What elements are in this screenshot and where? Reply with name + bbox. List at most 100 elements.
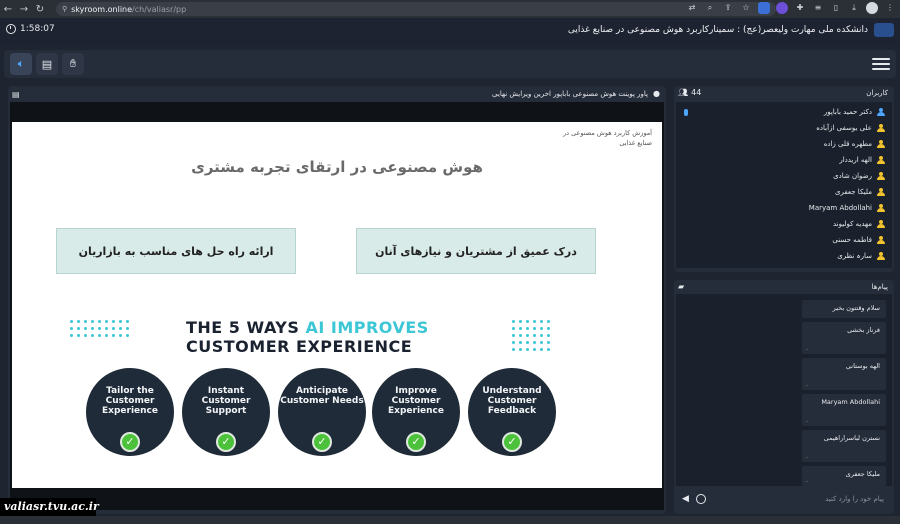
forward-icon[interactable]: →: [16, 4, 32, 15]
skyroom-logo: [874, 23, 894, 37]
extension-icon[interactable]: [776, 2, 788, 14]
user-icon: [877, 172, 885, 180]
taskbar-strip: [0, 516, 900, 524]
user-row[interactable]: دکتر حمید باباپور: [676, 104, 892, 120]
heading-part-1: THE 5 WAYS: [186, 318, 306, 337]
file-icon: ▤: [41, 57, 53, 71]
messages-panel: ▰ پیام‌ها سلام وقتتون بخیر فرناز بخشی . …: [674, 280, 894, 514]
message: الهه بوستانی .: [802, 358, 886, 390]
way-circle: Tailor the Customer Experience ✓: [86, 368, 174, 456]
message-body: .: [806, 416, 809, 424]
address-bar[interactable]: ⚲ skyroom.online /ch/valiasr/pp: [56, 2, 776, 16]
app-header: 1:58:07 دانشکده ملی مهارت ولیعصر(عج) : س…: [0, 18, 900, 44]
slide-heading: THE 5 WAYS AI IMPROVES CUSTOMER EXPERIEN…: [186, 318, 486, 356]
message-sender: نسترن لباسراراهیمی: [823, 434, 880, 442]
users-icon: 👥︎: [678, 88, 689, 97]
messages-label: پیام‌ها: [871, 283, 888, 291]
site-info-icon[interactable]: ⚲: [62, 5, 67, 13]
user-icon: [877, 220, 885, 228]
user-name: علی یوسفی ازآباده: [816, 124, 872, 132]
presentation-options-icon[interactable]: ●: [653, 89, 660, 98]
slide-title: هوش مصنوعی در ارتقای تجربه مشتری: [191, 158, 483, 176]
message-sender: ملیکا جعفری: [845, 470, 880, 478]
way-circle: Improve Customer Experience ✓: [372, 368, 460, 456]
user-row[interactable]: فاطمه حسنی: [676, 232, 892, 248]
user-row[interactable]: ملیکا جعفری: [676, 184, 892, 200]
user-row[interactable]: رضوان شادی: [676, 168, 892, 184]
decor-dots-right: [512, 320, 550, 351]
translate-icon[interactable]: ⇄: [686, 2, 698, 14]
hand-icon: ✋︎: [69, 57, 77, 70]
emoji-icon[interactable]: [696, 494, 706, 504]
way-label: Tailor the Customer Experience: [102, 386, 158, 416]
download-icon[interactable]: ⤓: [848, 2, 860, 14]
sidepanel-icon[interactable]: ▯: [830, 2, 842, 14]
bookmark-star-icon[interactable]: ☆: [740, 2, 752, 14]
user-row[interactable]: الهه اریددار: [676, 152, 892, 168]
user-name: رضوان شادی: [833, 172, 872, 180]
user-row[interactable]: علی یوسفی ازآباده: [676, 120, 892, 136]
message-sender: Maryam Abdollahi: [821, 398, 880, 406]
user-name: الهه اریددار: [839, 156, 872, 164]
extension-icon[interactable]: [758, 2, 770, 14]
user-name: فاطمه حسنی: [832, 236, 872, 244]
reading-list-icon[interactable]: ≡: [812, 2, 824, 14]
share-icon[interactable]: ⇪: [722, 2, 734, 14]
file-icon[interactable]: ▤: [12, 90, 20, 99]
message-body: .: [806, 452, 809, 460]
way-label: Anticipate Customer Needs: [280, 386, 364, 406]
message: Maryam Abdollahi .: [802, 394, 886, 426]
heading-line-2: CUSTOMER EXPERIENCE: [186, 337, 413, 356]
message-sender: الهه بوستانی: [845, 362, 880, 370]
user-row[interactable]: مطهره قلی زاده: [676, 136, 892, 152]
checkmark-icon: ✓: [216, 432, 236, 452]
user-row[interactable]: سارہ نظری: [676, 248, 892, 264]
send-icon[interactable]: ◀: [682, 494, 689, 504]
microphone-icon: [684, 109, 688, 116]
presentation-title: پاور پوینت هوش مصنوعی باباپور اخرین ویرا…: [492, 90, 648, 98]
back-icon[interactable]: ←: [0, 4, 16, 15]
message-body: .: [806, 380, 809, 388]
message-input[interactable]: ◀ پیام خود را وارد کنید: [676, 490, 892, 510]
room-toolbar: 🔈︎ ▤ ✋︎: [4, 50, 896, 78]
checkmark-icon: ✓: [312, 432, 332, 452]
raise-hand-button[interactable]: ✋︎: [62, 53, 84, 75]
browser-menu-icon[interactable]: ⋮: [884, 2, 896, 14]
user-icon: [877, 252, 885, 260]
reload-icon[interactable]: ↻: [32, 4, 48, 15]
user-icon: [877, 236, 885, 244]
watermark: valiasr.tvu.ac.ir: [0, 498, 99, 516]
checkmark-icon: ✓: [502, 432, 522, 452]
slide-box-right: درک عمیق از مشتریان و نیازهای آنان: [356, 228, 596, 274]
documents-button[interactable]: ▤: [36, 53, 58, 75]
session-timer: 1:58:07: [6, 24, 55, 34]
url-path: /ch/valiasr/pp: [132, 4, 187, 14]
user-icon: [877, 140, 885, 148]
user-name: ملیکا جعفری: [835, 188, 872, 196]
hamburger-menu-button[interactable]: [872, 55, 890, 73]
users-panel: 👥︎ 44 کاربران دکتر حمید باباپور علی یوسفی…: [674, 86, 894, 272]
message: سلام وقتتون بخیر: [802, 300, 886, 318]
message: فرناز بخشی .: [802, 322, 886, 354]
extensions-puzzle-icon[interactable]: ✚: [794, 2, 806, 14]
speaker-button[interactable]: 🔈︎: [10, 53, 32, 75]
profile-avatar-icon[interactable]: [866, 2, 878, 14]
user-icon: [877, 204, 885, 212]
user-icon: [877, 124, 885, 132]
way-label: Understand Customer Feedback: [482, 386, 542, 416]
messages-header: ▰ پیام‌ها: [674, 280, 894, 294]
user-row[interactable]: Maryam Abdollahi: [676, 200, 892, 216]
browser-toolbar: ← → ↻ ⚲ skyroom.online /ch/valiasr/pp ⇄ …: [0, 0, 900, 18]
heading-part-2: AI IMPROVES: [305, 318, 429, 337]
user-count-value: 44: [691, 88, 702, 97]
message-text: سلام وقتتون بخیر: [832, 304, 880, 312]
slide-subtitle: آموزش کاربرد هوش مصنوعی در صنایع غذایی: [563, 129, 652, 147]
user-row[interactable]: مهدیه کولیوند: [676, 216, 892, 232]
user-icon: [877, 188, 885, 196]
user-name: سارہ نظری: [837, 252, 872, 260]
user-icon: [877, 156, 885, 164]
zoom-icon[interactable]: ⌕: [704, 2, 716, 14]
user-name: مهدیه کولیوند: [832, 220, 872, 228]
users-label: کاربران: [866, 89, 888, 97]
url-host: skyroom.online: [71, 4, 133, 14]
